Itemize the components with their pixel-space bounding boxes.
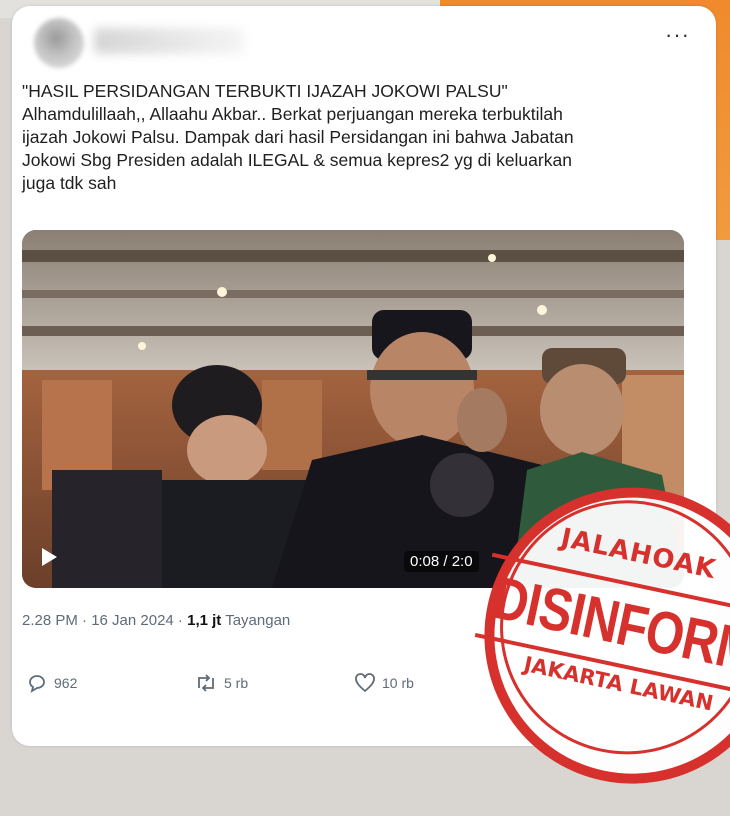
- more-options-icon[interactable]: ···: [665, 24, 690, 46]
- like-count: 10 rb: [382, 675, 414, 691]
- tweet-line: juga tdk sah: [22, 173, 117, 193]
- tweet-line: Jokowi Sbg Presiden adalah ILEGAL & semu…: [22, 150, 572, 170]
- like-button[interactable]: 10 rb: [354, 672, 414, 694]
- tweet-actions: 962 5 rb 10 rb: [26, 672, 446, 698]
- tweet-line: ijazah Jokowi Palsu. Dampak dari hasil P…: [22, 127, 574, 147]
- reply-icon: [29, 675, 45, 693]
- timestamp[interactable]: 2.28 PM · 16 Jan 2024 ·: [22, 612, 183, 629]
- repost-count: 5 rb: [224, 675, 249, 691]
- heart-icon: [355, 673, 375, 693]
- views-label: Tayangan: [225, 612, 291, 629]
- tweet-line: Alhamdulillaah,, Allaahu Akbar.. Berkat …: [22, 104, 563, 124]
- author-name-blurred[interactable]: [94, 28, 244, 54]
- repost-button[interactable]: 5 rb: [194, 672, 248, 694]
- tweet-meta: 2.28 PM · 16 Jan 2024 · 1,1 jt Tayangan: [22, 612, 290, 629]
- reply-count: 962: [54, 675, 78, 691]
- video-time: 0:08 / 2:0: [404, 551, 479, 572]
- reply-button[interactable]: 962: [26, 672, 77, 694]
- avatar[interactable]: [34, 18, 84, 68]
- view-count: 1,1 jt: [187, 612, 222, 629]
- repost-icon: [198, 674, 214, 692]
- tweet-header: ···: [34, 18, 698, 70]
- tweet-headline: "HASIL PERSIDANGAN TERBUKTI IJAZAH JOKOW…: [22, 81, 508, 101]
- play-icon[interactable]: [42, 548, 57, 566]
- tweet-body: "HASIL PERSIDANGAN TERBUKTI IJAZAH JOKOW…: [22, 80, 702, 195]
